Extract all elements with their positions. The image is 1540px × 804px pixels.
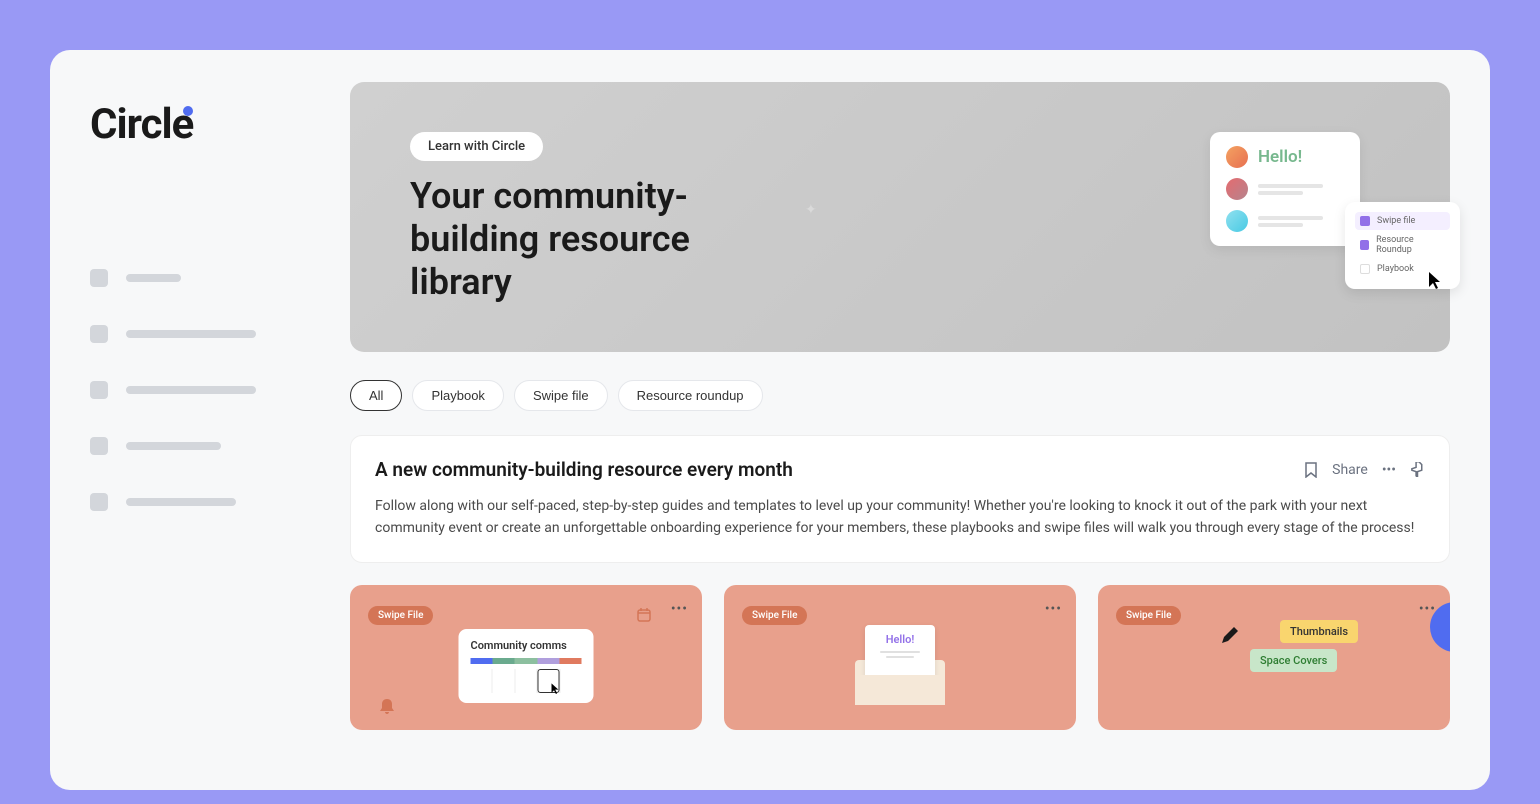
space-covers-label: Space Covers xyxy=(1250,649,1337,672)
resource-card-2[interactable]: Swipe File ••• Hello! xyxy=(724,585,1076,730)
sparkle-icon: ✦ xyxy=(805,202,817,218)
bell-icon xyxy=(378,697,396,720)
pin-icon xyxy=(1410,462,1425,477)
more-button[interactable]: ••• xyxy=(1382,462,1396,478)
nav-icon-placeholder xyxy=(90,493,108,511)
chat-greeting: Hello! xyxy=(1258,147,1302,167)
resource-card-1[interactable]: Swipe File ••• Community comms xyxy=(350,585,702,730)
card-badge: Swipe File xyxy=(368,606,433,625)
nav-text-placeholder xyxy=(126,386,256,394)
section-description: Follow along with our self-paced, step-b… xyxy=(375,495,1425,540)
sidebar-item-3[interactable] xyxy=(90,381,310,399)
hero-badge: Learn with Circle xyxy=(410,132,543,161)
card-badge: Swipe File xyxy=(1116,606,1181,625)
resource-cards-row: Swipe File ••• Community comms xyxy=(350,585,1450,730)
card-menu-button[interactable]: ••• xyxy=(671,601,688,617)
section-header: A new community-building resource every … xyxy=(375,458,1425,481)
more-icon: ••• xyxy=(1382,462,1396,478)
sidebar-item-4[interactable] xyxy=(90,437,310,455)
main-content: Learn with Circle Your community-buildin… xyxy=(350,50,1490,790)
dropdown-item: Resource Roundup xyxy=(1355,231,1450,259)
card-graphic: Community comms xyxy=(459,629,594,703)
bookmark-icon xyxy=(1304,462,1318,478)
filter-all[interactable]: All xyxy=(350,380,402,411)
sidebar-item-2[interactable] xyxy=(90,325,310,343)
filter-swipe-file[interactable]: Swipe file xyxy=(514,380,608,411)
nav-text-placeholder xyxy=(126,442,221,450)
nav-icon-placeholder xyxy=(90,381,108,399)
cursor-icon xyxy=(1429,272,1445,295)
sidebar: Circle xyxy=(50,50,350,790)
resource-card-3[interactable]: Swipe File ••• Thumbnails Space Covers xyxy=(1098,585,1450,730)
intro-section: A new community-building resource every … xyxy=(350,435,1450,563)
logo-dot-icon xyxy=(183,106,193,116)
pen-icon xyxy=(1220,625,1240,650)
card-graphic: Thumbnails Space Covers xyxy=(1250,620,1450,678)
thumbnail-label: Thumbnails xyxy=(1280,620,1358,643)
graphic-title: Community comms xyxy=(471,639,582,652)
avatar-icon xyxy=(1226,210,1248,232)
nav-text-placeholder xyxy=(126,498,236,506)
card-menu-button[interactable]: ••• xyxy=(1045,601,1062,617)
filter-resource-roundup[interactable]: Resource roundup xyxy=(618,380,763,411)
dropdown-item: Swipe file xyxy=(1355,212,1450,230)
calendar-icon xyxy=(636,607,652,627)
filter-pills: All Playbook Swipe file Resource roundup xyxy=(350,380,1450,411)
app-window: Circle Learn with Circle Your community-… xyxy=(50,50,1490,790)
chat-card: Hello! xyxy=(1210,132,1360,246)
card-badge: Swipe File xyxy=(742,606,807,625)
nav-text-placeholder xyxy=(126,274,181,282)
hero-banner: Learn with Circle Your community-buildin… xyxy=(350,82,1450,352)
sidebar-item-1[interactable] xyxy=(90,269,310,287)
hero-title: Your community-building resource library xyxy=(410,175,790,305)
hero-graphic: Hello! Swipe file xyxy=(1210,132,1360,246)
brand-logo: Circle xyxy=(90,100,310,149)
section-actions: Share ••• xyxy=(1304,462,1425,478)
filter-playbook[interactable]: Playbook xyxy=(412,380,503,411)
pin-button[interactable] xyxy=(1410,462,1425,477)
bookmark-button[interactable] xyxy=(1304,462,1318,478)
nav-icon-placeholder xyxy=(90,437,108,455)
sidebar-item-5[interactable] xyxy=(90,493,310,511)
section-title: A new community-building resource every … xyxy=(375,458,793,481)
nav-icon-placeholder xyxy=(90,325,108,343)
avatar-icon xyxy=(1226,178,1248,200)
brand-name: Circle xyxy=(90,100,193,149)
graphic-title: Hello! xyxy=(873,633,927,646)
avatar-icon xyxy=(1226,146,1248,168)
nav-text-placeholder xyxy=(126,330,256,338)
card-graphic: Hello! xyxy=(850,625,950,705)
share-button[interactable]: Share xyxy=(1332,462,1368,478)
nav-icon-placeholder xyxy=(90,269,108,287)
cursor-icon xyxy=(552,683,562,698)
checkbox-icon xyxy=(1360,264,1370,274)
checkbox-icon xyxy=(1360,216,1370,226)
checkbox-icon xyxy=(1360,240,1369,250)
